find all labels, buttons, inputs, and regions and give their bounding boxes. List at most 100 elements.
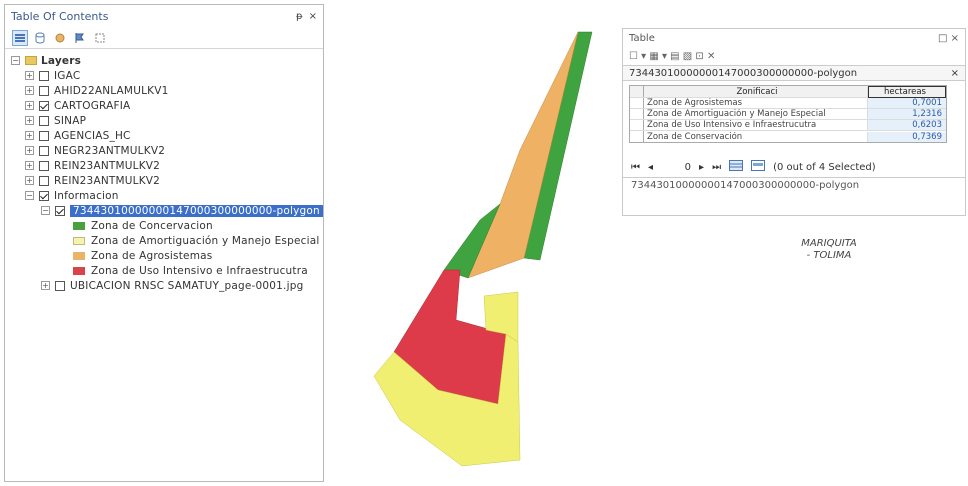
attribute-table-window: Table □ × ☐ ▾ ▦ ▾ ▤ ▧ ⊡ ✕ 73443010000000… bbox=[622, 28, 966, 216]
show-selected-records-icon[interactable] bbox=[751, 160, 766, 174]
layer-item[interactable]: + REIN23ANTMULKV2 bbox=[25, 173, 323, 188]
layer-checkbox[interactable] bbox=[39, 70, 49, 81]
expand-icon[interactable]: + bbox=[25, 161, 34, 170]
layer-item[interactable]: + AHID22ANLAMULKV1 bbox=[25, 83, 323, 98]
legend-label: Zona de Amortiguación y Manejo Especial bbox=[91, 234, 320, 247]
row-selector-header[interactable] bbox=[630, 86, 644, 97]
cell-hectareas: 0,6203 bbox=[868, 120, 946, 130]
cell-zona: Zona de Agrosistemas bbox=[644, 98, 868, 108]
layer-checkbox[interactable] bbox=[39, 85, 49, 96]
column-header-hectareas[interactable]: hectareas bbox=[868, 85, 946, 98]
table-of-contents-panel: Table Of Contents ᵽ × − Layers + IGAC + … bbox=[4, 4, 324, 482]
expand-icon[interactable]: + bbox=[25, 116, 34, 125]
map-caption: MARIQUITA - TOLIMA bbox=[774, 238, 884, 262]
list-by-source-icon[interactable] bbox=[33, 31, 47, 45]
row-selector[interactable] bbox=[630, 98, 644, 108]
map-view[interactable] bbox=[360, 20, 620, 480]
pin-icon[interactable]: ᵽ bbox=[296, 11, 303, 22]
layer-item[interactable]: + IGAC bbox=[25, 68, 323, 83]
window-controls-icon[interactable]: □ × bbox=[938, 33, 959, 44]
expand-icon[interactable]: + bbox=[25, 71, 34, 80]
layer-checkbox[interactable] bbox=[39, 190, 49, 201]
expand-icon[interactable]: + bbox=[25, 101, 34, 110]
toc-title: Table Of Contents bbox=[11, 9, 109, 23]
layers-root[interactable]: − Layers bbox=[11, 53, 323, 68]
layer-label: UBICACION RNSC SAMATUY_page-0001.jpg bbox=[70, 279, 304, 292]
toc-titlebar: Table Of Contents ᵽ × bbox=[5, 5, 323, 27]
show-all-records-icon[interactable] bbox=[729, 160, 744, 174]
expand-icon[interactable]: + bbox=[25, 176, 34, 185]
layer-label: NEGR23ANTMULKV2 bbox=[54, 144, 166, 157]
layer-item[interactable]: + SINAP bbox=[25, 113, 323, 128]
layer-checkbox[interactable] bbox=[39, 145, 49, 156]
table-row[interactable]: Zona de Conservación 0,7369 bbox=[630, 131, 946, 142]
list-by-selection-icon[interactable] bbox=[73, 31, 87, 45]
layer-label: SINAP bbox=[54, 114, 87, 127]
table-toolbar: ☐ ▾ ▦ ▾ ▤ ▧ ⊡ ✕ bbox=[623, 47, 965, 65]
expand-icon[interactable]: + bbox=[25, 86, 34, 95]
collapse-icon[interactable]: − bbox=[11, 56, 20, 65]
layer-item[interactable]: + REIN23ANTMULKV2 bbox=[25, 158, 323, 173]
cell-zona: Zona de Conservación bbox=[644, 131, 868, 142]
group-label: Informacion bbox=[54, 189, 119, 202]
layers-folder-icon bbox=[25, 56, 37, 65]
table-status-tab[interactable]: 73443010000000147000300000000-polygon bbox=[623, 177, 965, 193]
close-table-tab-icon[interactable]: × bbox=[951, 68, 959, 79]
selected-layer-item[interactable]: − 73443010000000147000300000000-polygon bbox=[41, 203, 323, 218]
legend-label: Zona de Concervacion bbox=[91, 219, 213, 232]
legend-swatch bbox=[73, 251, 85, 260]
layer-checkbox[interactable] bbox=[39, 115, 49, 126]
table-layer-tab[interactable]: 73443010000000147000300000000-polygon × bbox=[623, 65, 965, 81]
row-selector[interactable] bbox=[630, 109, 644, 119]
cell-zona: Zona de Uso Intensivo e Infraestrucutra bbox=[644, 120, 868, 130]
cell-hectareas: 0,7001 bbox=[868, 98, 946, 108]
layer-item[interactable]: + CARTOGRAFIA bbox=[25, 98, 323, 113]
group-layer-informacion[interactable]: − Informacion bbox=[25, 188, 323, 203]
layer-label: CARTOGRAFIA bbox=[54, 99, 131, 112]
layer-checkbox[interactable] bbox=[39, 175, 49, 186]
collapse-icon[interactable]: − bbox=[41, 206, 50, 215]
previous-record-icon[interactable]: ◂ bbox=[648, 162, 653, 173]
expand-icon[interactable]: + bbox=[25, 131, 34, 140]
close-icon[interactable]: × bbox=[309, 11, 317, 22]
list-by-drawing-order-icon[interactable] bbox=[12, 29, 28, 46]
table-options-icon[interactable]: ☐ ▾ ▦ ▾ ▤ ▧ ⊡ ✕ bbox=[629, 51, 715, 62]
attribute-grid: Zonificaci hectareas Zona de Agrosistema… bbox=[629, 85, 947, 143]
expand-icon[interactable]: + bbox=[41, 281, 50, 290]
first-record-icon[interactable]: ⏮ bbox=[631, 162, 640, 173]
status-layer-name: 73443010000000147000300000000-polygon bbox=[631, 180, 860, 191]
row-selector[interactable] bbox=[630, 131, 644, 142]
table-title: Table bbox=[629, 32, 655, 44]
layer-checkbox[interactable] bbox=[55, 280, 65, 291]
layer-item-ubicacion[interactable]: + UBICACION RNSC SAMATUY_page-0001.jpg bbox=[25, 278, 323, 293]
layer-label: REIN23ANTMULKV2 bbox=[54, 174, 161, 187]
layer-checkbox[interactable] bbox=[39, 130, 49, 141]
collapse-icon[interactable]: − bbox=[25, 191, 34, 200]
toc-toolbar bbox=[5, 27, 323, 49]
column-header-zonificacion[interactable]: Zonificaci bbox=[644, 86, 868, 97]
selected-layer-label: 73443010000000147000300000000-polygon bbox=[70, 204, 323, 217]
row-selector[interactable] bbox=[630, 120, 644, 130]
expand-icon[interactable]: + bbox=[25, 146, 34, 155]
table-row[interactable]: Zona de Uso Intensivo e Infraestrucutra … bbox=[630, 120, 946, 131]
cell-zona: Zona de Amortiguación y Manejo Especial bbox=[644, 109, 868, 119]
layer-checkbox[interactable] bbox=[39, 160, 49, 171]
legend-swatch bbox=[73, 266, 85, 275]
options-icon[interactable] bbox=[93, 31, 107, 45]
legend-swatch bbox=[73, 236, 85, 245]
table-row[interactable]: Zona de Amortiguación y Manejo Especial … bbox=[630, 109, 946, 120]
last-record-icon[interactable]: ⏭ bbox=[712, 162, 721, 173]
list-by-visibility-icon[interactable] bbox=[53, 31, 67, 45]
legend-label: Zona de Uso Intensivo e Infraestrucutra bbox=[91, 264, 308, 277]
layer-checkbox[interactable] bbox=[55, 205, 65, 216]
layer-item[interactable]: + NEGR23ANTMULKV2 bbox=[25, 143, 323, 158]
legend-item: Zona de Concervacion bbox=[73, 218, 323, 233]
table-row[interactable]: Zona de Agrosistemas 0,7001 bbox=[630, 98, 946, 109]
legend-swatch bbox=[73, 221, 85, 230]
next-record-icon[interactable]: ▸ bbox=[699, 162, 704, 173]
layer-checkbox[interactable] bbox=[39, 100, 49, 111]
selection-count-text: (0 out of 4 Selected) bbox=[773, 161, 876, 173]
layer-item[interactable]: + AGENCIAS_HC bbox=[25, 128, 323, 143]
record-number-input[interactable]: 0 bbox=[661, 162, 691, 173]
table-layer-name: 73443010000000147000300000000-polygon bbox=[629, 67, 858, 79]
